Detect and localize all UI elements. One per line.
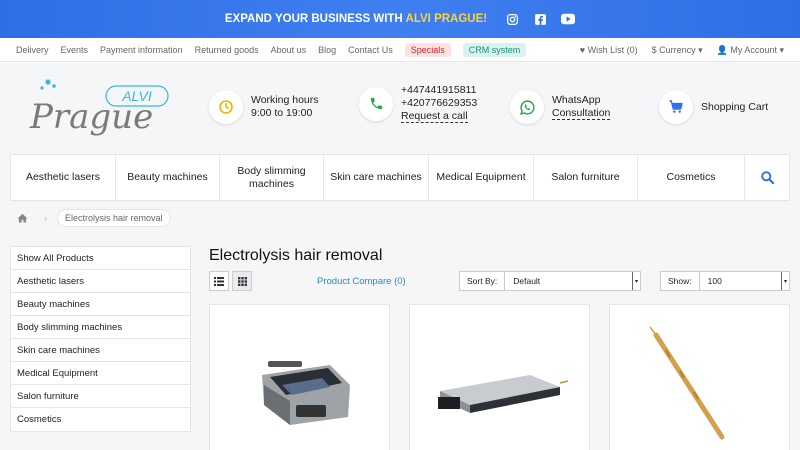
select-arrow-icon: ▾ <box>781 272 789 290</box>
caret-down-icon: ▾ <box>698 44 703 55</box>
product-compare-link[interactable]: Product Compare (0) <box>317 276 406 287</box>
category-medical-equipment[interactable]: Medical Equipment <box>429 155 534 200</box>
sidebar-item-salon-furniture[interactable]: Salon furniture <box>11 385 190 408</box>
sidebar-item-all-products[interactable]: Show All Products <box>11 247 190 270</box>
product-card[interactable] <box>209 304 390 450</box>
search-button[interactable] <box>745 155 789 200</box>
category-sidebar: Show All Products Aesthetic lasers Beaut… <box>10 246 191 432</box>
breadcrumb-current[interactable]: Electrolysis hair removal <box>57 209 171 227</box>
nav-link-contact[interactable]: Contact Us <box>348 45 393 55</box>
listing-toolbar: Product Compare (0) Sort By: Default ▾ S… <box>209 271 790 291</box>
phones: +447441915811 +420776629353 Request a ca… <box>359 84 477 123</box>
heart-icon: ♥ <box>579 45 586 55</box>
show-limit-select[interactable]: Show: 100 ▾ <box>660 271 790 291</box>
sidebar-item-cosmetics[interactable]: Cosmetics <box>11 408 190 431</box>
site-logo[interactable]: ALVI Prague <box>28 76 178 138</box>
whatsapp-title: WhatsApp <box>552 94 601 106</box>
grid-view-icon <box>237 276 247 286</box>
site-header: ALVI Prague Working hours 9:00 to 19:00 … <box>0 62 800 154</box>
account-dropdown[interactable]: 👤 My Account ▾ <box>717 45 784 56</box>
chevron-right-icon: › <box>44 213 47 223</box>
wishlist-link[interactable]: ♥ Wish List (0) <box>580 45 638 55</box>
user-icon: 👤 <box>716 44 728 55</box>
sidebar-item-medical-equipment[interactable]: Medical Equipment <box>11 362 190 385</box>
product-image[interactable] <box>410 305 591 450</box>
promo-text: EXPAND YOUR BUSINESS WITH ALVI PRAGUE! <box>224 13 488 25</box>
facebook-icon[interactable] <box>533 12 547 26</box>
home-icon[interactable] <box>10 209 34 227</box>
show-value: 100 <box>707 276 722 286</box>
working-hours: Working hours 9:00 to 19:00 <box>209 90 319 124</box>
sidebar-item-body-slimming[interactable]: Body slimming machines <box>11 316 190 339</box>
promo-bar: EXPAND YOUR BUSINESS WITH ALVI PRAGUE! <box>0 0 800 38</box>
category-aesthetic-lasers[interactable]: Aesthetic lasers <box>11 155 116 200</box>
sort-by-value: Default <box>513 276 541 286</box>
phone-icon <box>359 86 393 121</box>
shopping-cart[interactable]: Shopping Cart <box>659 90 768 124</box>
product-card[interactable] <box>609 304 790 450</box>
nav-link-blog[interactable]: Blog <box>318 45 336 55</box>
breadcrumb: › Electrolysis hair removal <box>10 209 171 227</box>
specials-link[interactable]: Specials <box>404 42 451 57</box>
product-image[interactable] <box>210 305 391 450</box>
hours-value: 9:00 to 19:00 <box>251 107 313 119</box>
category-menu: Aesthetic lasers Beauty machines Body sl… <box>10 154 790 201</box>
phone-number-uk[interactable]: +447441915811 <box>401 84 477 97</box>
list-view-icon <box>214 276 224 286</box>
youtube-icon[interactable] <box>561 12 576 26</box>
nav-link-payment[interactable]: Payment information <box>100 45 183 55</box>
whatsapp-contact[interactable]: WhatsApp Consultation <box>510 90 611 124</box>
nav-link-about[interactable]: About us <box>271 45 307 55</box>
category-cosmetics[interactable]: Cosmetics <box>638 155 745 200</box>
currency-dropdown[interactable]: $ Currency ▾ <box>652 45 703 56</box>
page-title: Electrolysis hair removal <box>209 247 383 264</box>
hours-title: Working hours <box>251 94 319 106</box>
nav-link-events[interactable]: Events <box>61 45 89 55</box>
caret-down-icon: ▾ <box>779 44 784 55</box>
category-beauty-machines[interactable]: Beauty machines <box>116 155 220 200</box>
crm-link[interactable]: CRM system <box>462 42 527 57</box>
instagram-icon[interactable] <box>505 12 519 26</box>
cart-label: Shopping Cart <box>701 100 769 113</box>
phone-number-cz[interactable]: +420776629353 <box>401 97 477 110</box>
category-skin-care[interactable]: Skin care machines <box>324 155 429 200</box>
category-salon-furniture[interactable]: Salon furniture <box>534 155 638 200</box>
nav-link-delivery[interactable]: Delivery <box>16 45 49 55</box>
logo-prague-text: Prague <box>29 97 153 137</box>
product-card[interactable] <box>409 304 590 450</box>
nav-link-returned-goods[interactable]: Returned goods <box>195 45 259 55</box>
cart-icon <box>659 90 693 124</box>
search-icon <box>760 171 774 185</box>
sidebar-item-aesthetic-lasers[interactable]: Aesthetic lasers <box>11 270 190 293</box>
request-call-link[interactable]: Request a call <box>401 110 468 123</box>
top-nav: Delivery Events Payment information Retu… <box>0 38 800 62</box>
category-body-slimming[interactable]: Body slimming machines <box>220 155 324 200</box>
sidebar-item-skin-care[interactable]: Skin care machines <box>11 339 190 362</box>
whatsapp-icon <box>510 90 544 124</box>
clock-icon <box>209 90 243 124</box>
sidebar-item-beauty-machines[interactable]: Beauty machines <box>11 293 190 316</box>
sort-by-select[interactable]: Sort By: Default ▾ <box>459 271 641 291</box>
product-image[interactable] <box>610 305 791 450</box>
list-view-button[interactable] <box>209 271 229 291</box>
sort-by-label: Sort By: <box>460 272 506 290</box>
select-arrow-icon: ▾ <box>632 272 640 290</box>
grid-view-button[interactable] <box>232 271 252 291</box>
show-label: Show: <box>661 272 700 290</box>
whatsapp-consultation[interactable]: Consultation <box>552 107 611 120</box>
